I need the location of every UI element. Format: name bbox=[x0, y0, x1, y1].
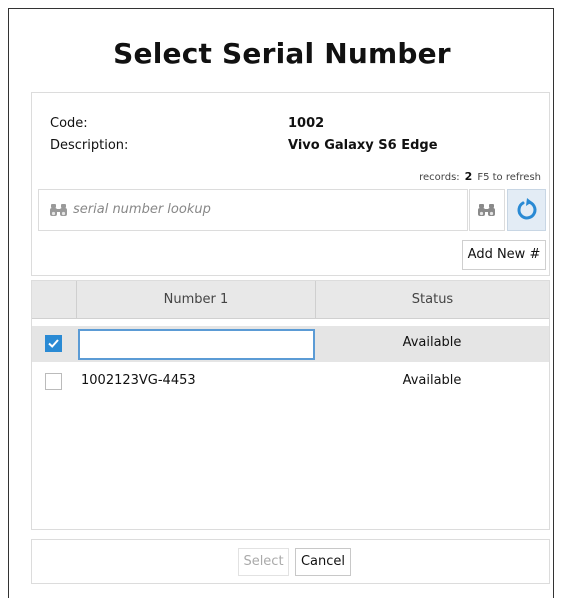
row-serial-number: 1002123VG-4453 bbox=[81, 373, 196, 388]
header-number[interactable]: Number 1 bbox=[77, 281, 315, 318]
row-checkbox[interactable] bbox=[45, 335, 62, 352]
row-checkbox[interactable] bbox=[45, 373, 62, 390]
serial-lookup-input[interactable]: serial number lookup bbox=[38, 189, 468, 231]
refresh-hint: F5 to refresh bbox=[477, 172, 541, 183]
description-value: Vivo Galaxy S6 Edge bbox=[288, 138, 438, 153]
code-value: 1002 bbox=[288, 116, 325, 131]
serial-number-grid: Number 1 Status Available 1002123VG-4453… bbox=[31, 280, 550, 530]
binoculars-icon bbox=[477, 200, 497, 224]
find-button[interactable] bbox=[469, 189, 505, 231]
cancel-button[interactable]: Cancel bbox=[295, 548, 351, 576]
select-button[interactable]: Select bbox=[238, 548, 289, 576]
description-label: Description: bbox=[50, 138, 129, 153]
select-serial-dialog: Select Serial Number Code: 1002 Descript… bbox=[8, 8, 554, 598]
lookup-placeholder: serial number lookup bbox=[73, 202, 211, 217]
records-info: records: 2 F5 to refresh bbox=[419, 170, 541, 183]
add-new-button[interactable]: Add New # bbox=[462, 240, 546, 270]
row-status: Available bbox=[402, 335, 462, 350]
records-count: 2 bbox=[464, 170, 473, 183]
refresh-button[interactable] bbox=[507, 189, 546, 231]
grid-header: Number 1 Status bbox=[32, 281, 549, 319]
info-panel: Code: 1002 Description: Vivo Galaxy S6 E… bbox=[31, 92, 550, 276]
binoculars-icon bbox=[49, 200, 69, 220]
footer-bar: Select Cancel bbox=[31, 539, 550, 584]
serial-number-input[interactable] bbox=[78, 329, 315, 360]
records-label: records: bbox=[419, 172, 460, 183]
header-select bbox=[32, 281, 76, 318]
table-row[interactable]: Available bbox=[32, 326, 549, 362]
row-status: Available bbox=[402, 373, 462, 388]
dialog-title: Select Serial Number bbox=[113, 37, 451, 70]
refresh-icon bbox=[515, 198, 539, 226]
check-icon bbox=[48, 339, 59, 348]
code-label: Code: bbox=[50, 116, 88, 131]
table-row[interactable]: 1002123VG-4453 Available bbox=[32, 364, 549, 400]
header-status[interactable]: Status bbox=[316, 281, 549, 318]
